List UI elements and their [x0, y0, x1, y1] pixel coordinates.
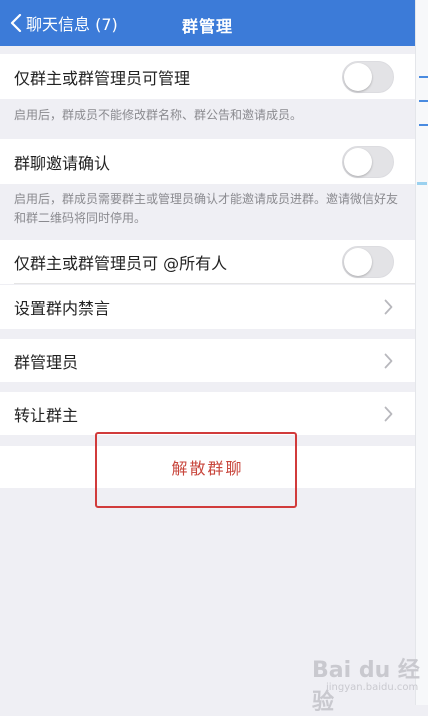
- chevron-right-icon: [384, 406, 393, 421]
- setting-label: 群管理员: [14, 352, 79, 372]
- chevron-right-icon: [384, 299, 393, 315]
- page-title: 群管理: [181, 17, 233, 36]
- setting-transfer-owner[interactable]: 转让群主: [0, 392, 415, 435]
- setting-label: 仅群主或群管理员可管理: [14, 68, 191, 88]
- toggle-knob: [344, 147, 372, 176]
- invite-confirm-toggle[interactable]: [342, 145, 394, 178]
- gutter-highlight-mark: [417, 182, 427, 185]
- chevron-right-icon: [384, 353, 393, 368]
- watermark-domain: jingyan.baidu.com: [326, 682, 419, 693]
- gutter-link-mark: [419, 76, 428, 78]
- toggle-knob: [344, 248, 372, 276]
- setting-mute[interactable]: 设置群内禁言: [0, 285, 415, 329]
- setting-owner-admin-manage: 仅群主或群管理员可管理: [0, 54, 415, 99]
- gutter-link-mark: [419, 100, 428, 102]
- setting-invite-confirm: 群聊邀请确认: [0, 139, 415, 184]
- setting-description: 启用后，群成员需要群主或管理员确认才能邀请成员进群。邀请微信好友和群二维码将同时…: [14, 192, 399, 225]
- at-all-toggle[interactable]: [342, 246, 394, 278]
- setting-description: 启用后，群成员不能修改群名称、群公告和邀请成员。: [14, 108, 303, 122]
- group-management-screen: 聊天信息 (7) 群管理 仅群主或群管理员可管理 启用后，群成员不能修改群名称、…: [0, 0, 415, 705]
- toggle-knob: [344, 62, 372, 91]
- baidu-watermark: Bai du 经验 jingyan.baidu.com: [312, 652, 428, 716]
- owner-admin-manage-toggle[interactable]: [342, 60, 394, 93]
- setting-admins[interactable]: 群管理员: [0, 339, 415, 382]
- setting-label: 转让群主: [14, 405, 79, 425]
- nav-bar: 聊天信息 (7) 群管理: [0, 0, 415, 46]
- gutter-link-mark: [419, 124, 428, 126]
- setting-label: 设置群内禁言: [14, 299, 111, 318]
- setting-at-all: 仅群主或群管理员可 @所有人: [0, 240, 415, 284]
- highlight-box: [95, 432, 297, 508]
- setting-label: 仅群主或群管理员可 @所有人: [14, 254, 228, 273]
- setting-label: 群聊邀请确认: [14, 153, 111, 173]
- page-side-gutter: [415, 0, 428, 705]
